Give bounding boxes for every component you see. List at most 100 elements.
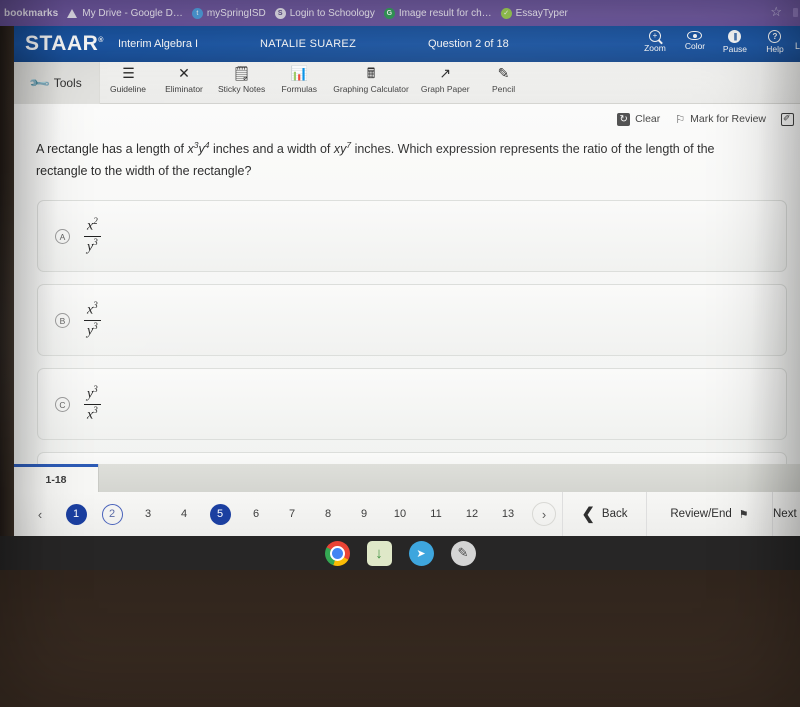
fraction-denominator: y3 xyxy=(84,235,101,255)
chevron-right-icon: › xyxy=(532,502,556,526)
page-label: 11 xyxy=(430,508,442,520)
page-number-list: ‹ 1 2 3 4 5 6 7 8 9 10 11 12 13 › xyxy=(14,492,562,536)
zoom-button[interactable]: + Zoom xyxy=(635,27,675,54)
question-panel: ↻ Clear ⚐ Mark for Review A rectangle ha… xyxy=(14,104,800,479)
tool-sticky-notes[interactable]: 🗒 Sticky Notes xyxy=(212,62,271,104)
tools-label: Tools xyxy=(53,76,82,90)
tool-guideline[interactable]: ☰ Guideline xyxy=(100,62,156,104)
page-button-12[interactable]: 12 xyxy=(454,492,490,536)
back-button[interactable]: ❮ Back xyxy=(562,492,646,536)
question-range-tabstrip: 1-18 xyxy=(14,464,800,492)
bookmark-essaytyper[interactable]: ✓ EssayTyper xyxy=(500,7,568,19)
tools-app-icon[interactable] xyxy=(450,540,476,566)
next-page-button[interactable]: › xyxy=(526,492,562,536)
google-drive-icon xyxy=(67,8,78,19)
bookmark-image-result[interactable]: G Image result for ch… xyxy=(383,7,492,19)
mark-for-review-button[interactable]: ⚐ Mark for Review xyxy=(675,113,766,126)
page-button-4[interactable]: 4 xyxy=(166,492,202,536)
header-tools: + Zoom Color || Pause ? Help L xyxy=(635,27,800,55)
chromeos-shelf xyxy=(0,536,800,570)
question-part-2: inches and a width of xyxy=(209,142,334,157)
page-label: 10 xyxy=(393,508,407,520)
question-action-row: ↻ Clear ⚐ Mark for Review xyxy=(14,104,800,134)
question-text: A rectangle has a length of x3y4 inches … xyxy=(14,134,800,182)
choice-bubble[interactable]: C xyxy=(55,396,70,412)
bookmarks-overflow[interactable] xyxy=(793,8,798,17)
page-button-7[interactable]: 7 xyxy=(274,492,310,536)
tool-pencil[interactable]: ✎ Pencil xyxy=(476,62,532,104)
pause-label: Pause xyxy=(722,44,748,54)
staar-header: STAAR® Interim Algebra I NATALIE SUAREZ … xyxy=(14,26,800,62)
question-part-1: A rectangle has a length of xyxy=(36,142,188,157)
assessment-icon[interactable] xyxy=(408,540,434,566)
answer-choice-b[interactable]: B x3 y3 xyxy=(37,284,787,357)
tabstrip-empty-area xyxy=(98,464,800,492)
page-button-3[interactable]: 3 xyxy=(130,492,166,536)
page-button-9[interactable]: 9 xyxy=(346,492,382,536)
bookmark-schoology[interactable]: S Login to Schoology xyxy=(274,7,375,19)
fraction-numerator: x3 xyxy=(87,300,98,318)
choice-expression: y3 x3 xyxy=(84,385,101,423)
tool-graph-paper[interactable]: ↗ Graph Paper xyxy=(415,62,476,104)
help-button[interactable]: ? Help xyxy=(755,27,795,55)
page-button-2[interactable]: 2 xyxy=(94,492,130,536)
tool-label: Graph Paper xyxy=(420,84,470,94)
page-button-11[interactable]: 11 xyxy=(418,492,454,536)
clear-button[interactable]: ↻ Clear xyxy=(617,112,661,126)
page-label: 9 xyxy=(360,508,368,520)
page-button-13[interactable]: 13 xyxy=(490,492,526,536)
pause-button[interactable]: || Pause xyxy=(715,27,755,55)
zoom-icon: + xyxy=(648,30,661,42)
page-button-5[interactable]: 5 xyxy=(202,492,238,536)
bookmark-label: EssayTyper xyxy=(515,7,568,19)
tools-button[interactable]: 🔧 Tools xyxy=(14,62,100,104)
choice-bubble[interactable]: A xyxy=(55,228,70,244)
test-name: Interim Algebra I xyxy=(117,38,199,50)
page-label: 3 xyxy=(144,508,152,520)
prev-page-button[interactable]: ‹ xyxy=(22,492,58,536)
answer-choice-c[interactable]: C y3 x3 xyxy=(37,368,787,441)
zoom-label: Zoom xyxy=(644,43,666,53)
range-tab-1-18[interactable]: 1-18 xyxy=(14,464,98,492)
registered-mark: ® xyxy=(98,37,104,44)
next-label: Next xyxy=(773,508,797,520)
bookmark-label: My Drive - Google D… xyxy=(82,7,183,19)
chrome-icon[interactable] xyxy=(324,540,350,570)
clear-label: Clear xyxy=(635,113,661,125)
sticky-notes-icon: 🗒 xyxy=(232,65,251,81)
flag-outline-icon: ⚐ xyxy=(675,113,686,126)
photo-of-screen: bookmarks My Drive - Google D… t mySprin… xyxy=(0,0,800,707)
review-label: Review/End xyxy=(670,508,732,520)
review-end-button[interactable]: Review/End ⚑ xyxy=(646,492,772,536)
page-button-1[interactable]: 1 xyxy=(58,492,94,536)
choice-bubble[interactable]: B xyxy=(55,312,70,328)
fraction-numerator: x2 xyxy=(87,216,98,234)
bookmark-star-icon[interactable]: ☆ xyxy=(770,5,782,18)
next-button[interactable]: Next ❯ xyxy=(772,492,800,536)
page-label: 4 xyxy=(180,508,188,520)
page-label: 1 xyxy=(65,503,87,525)
expression-length: x3y4 xyxy=(187,140,210,157)
tool-eliminator[interactable]: ✕ Eliminator xyxy=(156,62,212,104)
answer-choice-a[interactable]: A x2 y3 xyxy=(37,200,787,273)
pagination-buttons: ❮ Back Review/End ⚑ Next ❯ xyxy=(562,492,800,536)
page-button-8[interactable]: 8 xyxy=(310,492,346,536)
graph-paper-icon: ↗ xyxy=(439,65,452,81)
bookmark-my-drive[interactable]: My Drive - Google D… xyxy=(67,8,183,19)
tool-graphing-calculator[interactable]: 🖩 Graphing Calculator xyxy=(327,62,415,104)
color-button[interactable]: Color xyxy=(675,27,715,52)
page-button-10[interactable]: 10 xyxy=(382,492,418,536)
bookmark-myspringisd[interactable]: t mySpringISD xyxy=(191,7,266,19)
page-button-6[interactable]: 6 xyxy=(238,492,274,536)
downloads-icon[interactable] xyxy=(366,540,392,566)
color-eye-icon xyxy=(687,31,703,40)
page-label: 6 xyxy=(252,508,260,520)
tool-label: Eliminator xyxy=(165,84,203,94)
header-tool-overflow[interactable]: L xyxy=(795,27,800,51)
wrench-icon: 🔧 xyxy=(27,70,52,95)
tool-formulas[interactable]: 📊 Formulas xyxy=(271,62,327,104)
schoology-icon: S xyxy=(274,7,286,19)
bookmarks-label: bookmarks xyxy=(4,7,59,19)
edit-note-icon[interactable] xyxy=(781,112,794,126)
back-label: Back xyxy=(601,508,628,520)
